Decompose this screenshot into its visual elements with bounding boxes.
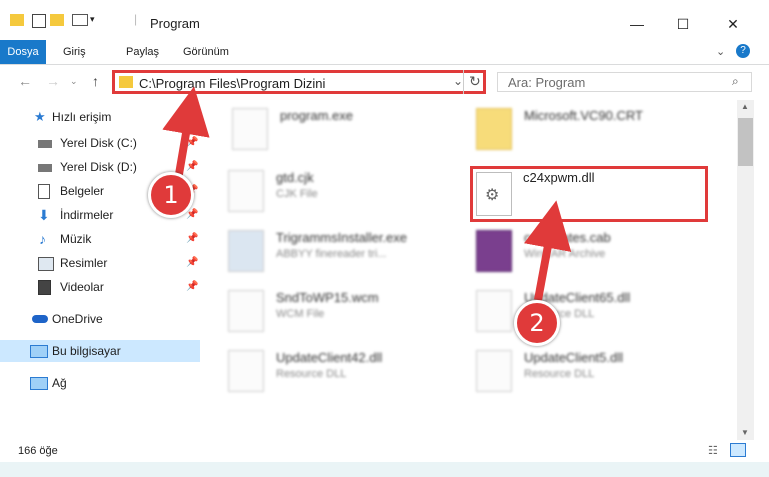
arrow-to-dll-file: [524, 200, 572, 301]
annotation-arrows: [162, 86, 572, 301]
step-badge-1: 1: [148, 172, 194, 218]
arrow-to-address-bar: [162, 86, 210, 181]
step-badge-2: 2: [514, 300, 560, 346]
